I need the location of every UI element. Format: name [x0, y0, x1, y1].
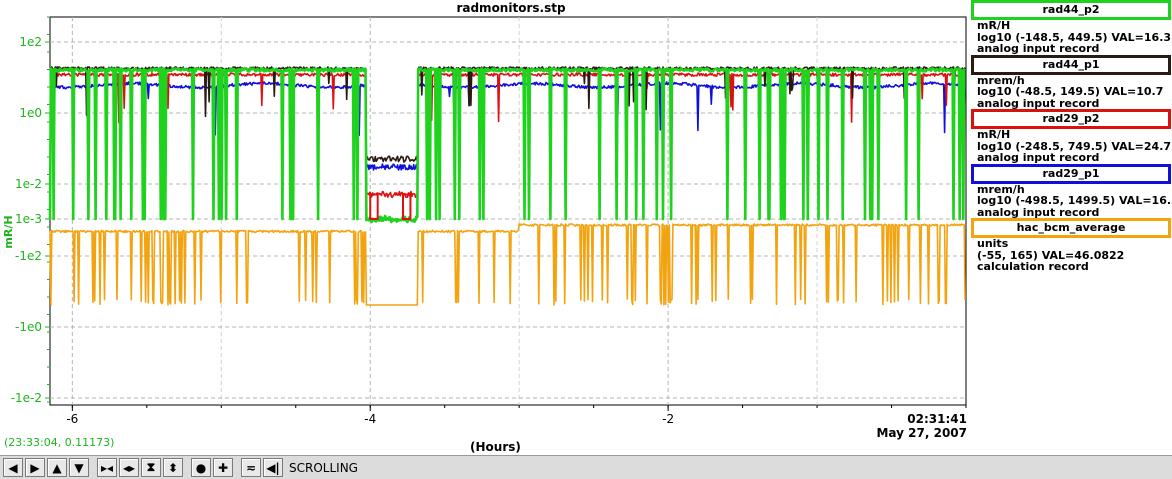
plot-area[interactable]: -6 -4 -2 1e2 1e0 1e-2 1e-3 -1e2 -1e0 -1e-2 mR/H [0, 0, 970, 455]
back-icon: ◀| [266, 460, 280, 475]
legend-range: log10 (-48.5, 149.5) VAL=10.7 [977, 85, 1164, 98]
legend-record: analog input record [977, 96, 1100, 110]
scroll-down-button[interactable]: ▼ [69, 458, 89, 477]
arrow-down-icon: ▼ [74, 460, 84, 475]
y-tick-label: -1e0 [15, 320, 42, 334]
scroll-right-button[interactable]: ▶ [25, 458, 45, 477]
legend: rad44_p2 mR/H log10 (-148.5, 449.5) VAL=16… [971, 0, 1172, 273]
x-tick-label: -6 [66, 412, 78, 426]
legend-entry-hac_bcm_average[interactable]: hac_bcm_average units (-55, 165) VAL=46.08… [971, 218, 1171, 273]
legend-entry-rad29_p2[interactable]: rad29_p2 mR/H log10 (-248.5, 749.5) VAL=24… [971, 109, 1171, 164]
x-axis-label: (Hours) [470, 440, 521, 454]
legend-units: units [977, 237, 1009, 250]
legend-entry-rad29_p1[interactable]: rad29_p1 mrem/h log10 (-498.5, 1499.5) VAL… [971, 163, 1172, 219]
stagger-button[interactable]: ≂ [241, 458, 261, 477]
arrow-up-icon: ▲ [52, 460, 62, 475]
legend-trace-name[interactable]: hac_bcm_average [971, 218, 1171, 238]
zoom-in-y-button[interactable]: ⧗ [141, 458, 161, 477]
x-tick-label: -2 [662, 412, 674, 426]
series-segment-rad29_p2 [401, 193, 412, 221]
y-axis-label: mR/H [2, 215, 15, 248]
stagger-icon: ≂ [245, 460, 257, 475]
x-tick-label: -4 [364, 412, 376, 426]
legend-units: mR/H [977, 128, 1011, 141]
legend-entry-rad44_p1[interactable]: rad44_p1 mrem/h log10 (-48.5, 149.5) VAL=1… [971, 54, 1171, 110]
legend-trace-name[interactable]: rad44_p2 [971, 0, 1171, 20]
arrow-right-icon: ▶ [30, 460, 40, 475]
y-tick-label: 1e-2 [15, 177, 42, 191]
zoom-out-x-icon: ◂▸ [122, 460, 136, 475]
legend-units: mR/H [977, 19, 1011, 32]
plus-icon: ✚ [217, 460, 229, 475]
y-tick-label: -1e2 [15, 249, 42, 263]
series-line-rad44_p2 [48, 67, 966, 224]
record-icon: ● [195, 460, 207, 475]
zoom-out-y-button[interactable]: ⬍ [163, 458, 183, 477]
scrolling-status: SCROLLING [289, 460, 358, 475]
legend-record: calculation record [977, 260, 1089, 273]
scroll-left-button[interactable]: ◀ [3, 458, 23, 477]
legend-trace-name[interactable]: rad44_p1 [971, 54, 1171, 75]
toolbar: ◀ ▶ ▲ ▼ ▸◂ ◂▸ ⧗ ⬍ ● ✚ ≂ ◀| SCROLLING [0, 455, 1172, 479]
legend-range: log10 (-498.5, 1499.5) VAL=16.5 [977, 194, 1172, 207]
end-time-label: 02:31:41 [907, 412, 967, 426]
back-button[interactable]: ◀| [263, 458, 283, 477]
arrow-left-icon: ◀ [8, 460, 18, 475]
y-tick-label: 1e-3 [15, 212, 42, 226]
series-line-hac_bcm_average [49, 223, 966, 306]
legend-record: analog input record [977, 42, 1100, 55]
legend-trace-name[interactable]: rad29_p2 [971, 109, 1171, 129]
add-trace-button[interactable]: ✚ [213, 458, 233, 477]
series-segment-rad29_p2 [369, 193, 379, 221]
legend-trace-name[interactable]: rad29_p1 [971, 163, 1171, 184]
legend-record: analog input record [977, 205, 1100, 219]
legend-entry-rad44_p2[interactable]: rad44_p2 mR/H log10 (-148.5, 449.5) VAL=16… [971, 0, 1171, 55]
y-tick-label: 1e0 [19, 106, 42, 120]
y-tick-label: 1e2 [19, 35, 42, 49]
zoom-in-x-icon: ▸◂ [100, 460, 114, 475]
auto-scale-button[interactable]: ● [191, 458, 211, 477]
end-date-label: May 27, 2007 [876, 426, 967, 440]
zoom-in-y-icon: ⧗ [146, 460, 156, 474]
scroll-up-button[interactable]: ▲ [47, 458, 67, 477]
zoom-in-x-button[interactable]: ▸◂ [97, 458, 117, 477]
cursor-readout: (23:33:04, 0.11173) [4, 436, 115, 449]
y-tick-label: -1e-2 [11, 391, 42, 405]
zoom-out-y-icon: ⬍ [167, 460, 179, 475]
legend-record: analog input record [977, 151, 1100, 164]
zoom-out-x-button[interactable]: ◂▸ [119, 458, 139, 477]
